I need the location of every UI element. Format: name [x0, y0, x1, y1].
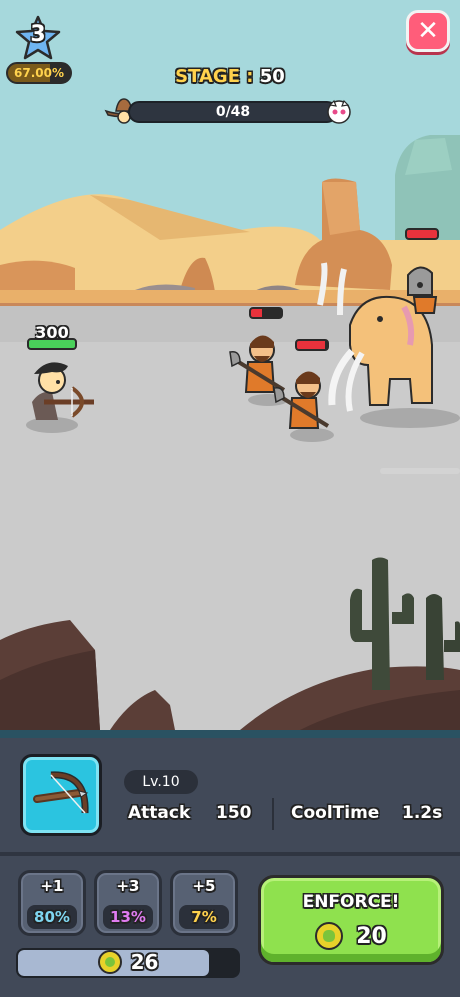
stage-title: STAGE : 50: [0, 66, 460, 87]
upgrade-chance-percent: 13%: [103, 905, 153, 929]
hero-hp-text: 300: [35, 323, 69, 342]
player-level-number: 3: [30, 22, 46, 47]
enforce-cost: 20: [261, 922, 441, 950]
upgrade-step-label: +3: [116, 877, 140, 895]
close-button[interactable]: ✕: [406, 10, 450, 52]
enemy-hp-bar: [249, 307, 283, 319]
panel-top-border: [0, 730, 460, 738]
enforce-label: ENFORCE!: [302, 892, 400, 912]
attack-value: 150: [216, 803, 252, 823]
cooltime-value: 1.2s: [402, 803, 443, 823]
gold-balance: 26: [16, 948, 240, 978]
upgrade-panel: Lv.10 Attack 150 CoolTime 1.2s +1 80% +3…: [0, 730, 460, 997]
stage-progress-bar: 0/48: [128, 101, 338, 123]
upgrade-chance-percent: 7%: [179, 905, 229, 929]
enemy-hp-bar: [405, 228, 439, 240]
enforce-button[interactable]: ENFORCE! 20: [258, 875, 444, 965]
coin-icon: [97, 950, 122, 974]
stage-number: 50: [259, 66, 285, 87]
upgrade-chance-card: +5 7%: [170, 870, 238, 936]
upgrade-step-label: +1: [40, 877, 64, 895]
cooltime-label: CoolTime: [291, 803, 380, 823]
player-level-badge: 3: [14, 14, 62, 62]
enforce-cost-value: 20: [356, 923, 387, 949]
enemy-mammoth-rider: [317, 262, 438, 412]
stage-progress-text: 0/48: [215, 104, 251, 120]
upgrade-chance-card: +1 80%: [18, 870, 86, 936]
stage-label: STAGE: [175, 66, 241, 87]
crossbow-icon: [33, 771, 89, 814]
stage-separator: :: [246, 66, 254, 87]
upgrade-chance-card: +3 13%: [94, 870, 162, 936]
close-icon: ✕: [417, 16, 439, 46]
gold-amount: 26: [130, 950, 159, 974]
gold-content: 26: [18, 950, 238, 976]
panel-divider: [0, 852, 460, 856]
weapon-slot[interactable]: [20, 754, 102, 836]
battle-scene: 300 3 67.00% ✕ STAGE: 50 0/48: [0, 0, 460, 730]
hero-crossbowman: [32, 362, 94, 420]
attack-label: Attack: [128, 803, 191, 823]
boss-skull-icon: [327, 99, 351, 124]
weapon-level: Lv.10: [124, 770, 198, 794]
upgrade-step-label: +5: [192, 877, 216, 895]
stat-divider: [272, 798, 274, 830]
upgrade-chance-percent: 80%: [27, 905, 77, 929]
coin-icon: [315, 922, 344, 950]
